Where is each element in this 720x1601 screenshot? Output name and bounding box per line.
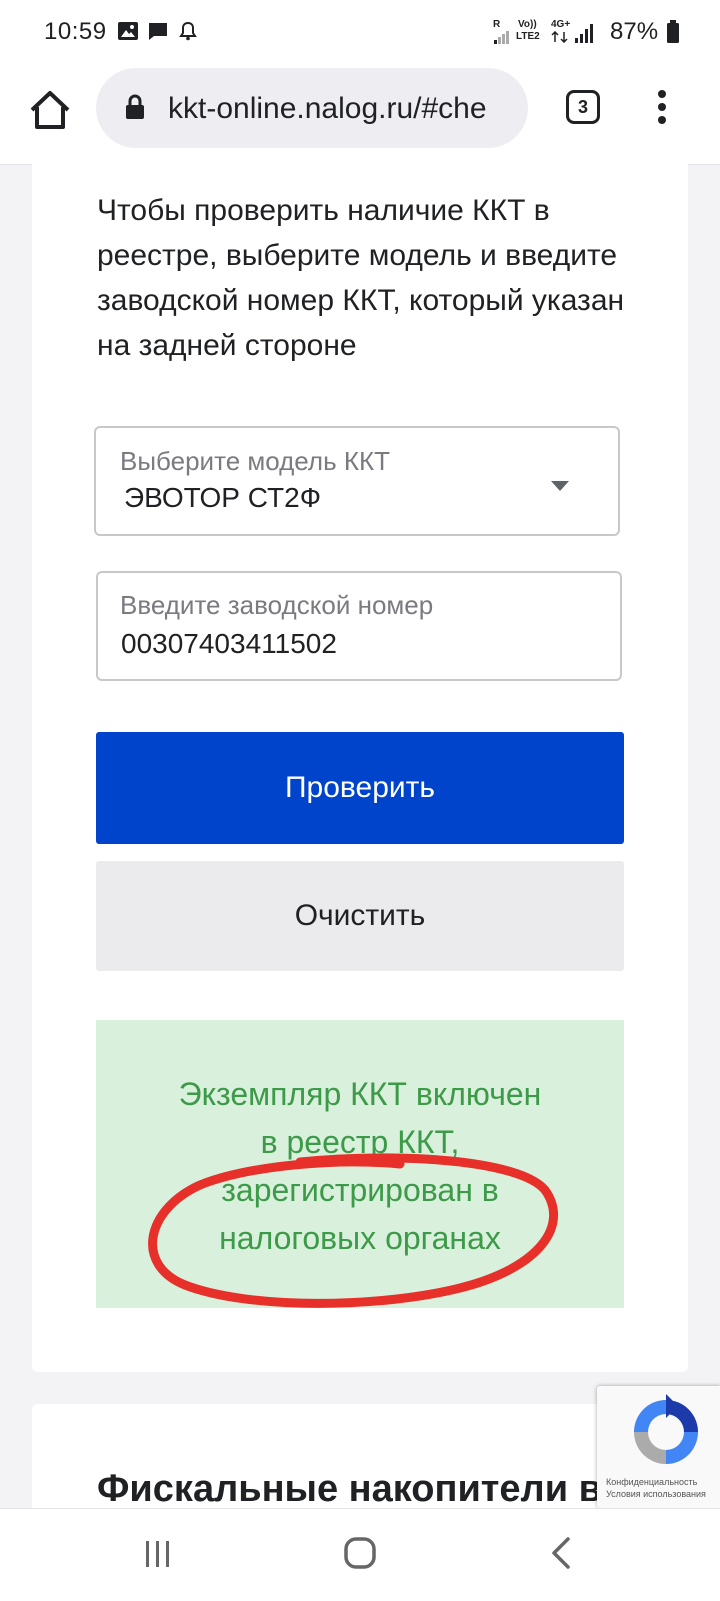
lock-icon (126, 94, 144, 119)
chevron-down-icon[interactable] (551, 481, 569, 491)
red-circle-annotation (148, 1153, 559, 1308)
recaptcha-icon (634, 1394, 698, 1464)
bell-icon (179, 21, 197, 41)
sim1-label: R (493, 19, 501, 30)
more-menu-icon[interactable] (656, 90, 668, 126)
recents-icon[interactable] (143, 1539, 173, 1569)
url-text[interactable]: kkt-online.nalog.ru/#che (168, 92, 520, 126)
battery-percent: 87% (610, 18, 659, 45)
recaptcha-privacy-link[interactable]: Конфиденциальность (606, 1476, 718, 1488)
tab-switcher-button[interactable]: 3 (566, 90, 600, 124)
data-arrows-icon (551, 31, 568, 43)
section-title: Фискальные накопители в (97, 1468, 602, 1510)
model-select-label: Выберите модель ККТ (120, 446, 391, 476)
serial-number-label: Введите заводской номер (120, 590, 434, 620)
clear-button[interactable]: Очистить (96, 861, 624, 971)
clock: 10:59 (44, 18, 107, 45)
signal-sim2-icon (575, 24, 593, 43)
lte-label: LTE2 (516, 31, 540, 42)
serial-number-input[interactable] (96, 571, 622, 681)
recaptcha-terms-link[interactable]: Условия использования (606, 1488, 718, 1500)
volte-label: Vo)) (518, 19, 537, 30)
gallery-icon (118, 22, 138, 40)
intro-text: Чтобы проверить наличие ККТ в реестре, в… (97, 194, 625, 362)
nav-home-icon[interactable] (343, 1536, 377, 1570)
recaptcha-links[interactable]: Конфиденциальность Условия использования (606, 1476, 718, 1500)
home-icon[interactable] (28, 88, 72, 132)
model-select-value[interactable]: ЭВОТОР СТ2Ф (124, 482, 321, 514)
battery-icon (667, 20, 679, 43)
result-line-1: Экземпляр ККТ включен (178, 1076, 542, 1112)
back-icon[interactable] (549, 1536, 573, 1570)
model-select[interactable] (94, 426, 620, 536)
serial-number-value[interactable]: 00307403411502 (121, 628, 337, 660)
check-button[interactable]: Проверить (96, 732, 624, 844)
network-type-label: 4G+ (551, 19, 571, 30)
signal-sim1-icon (494, 31, 509, 44)
message-icon (149, 23, 167, 40)
